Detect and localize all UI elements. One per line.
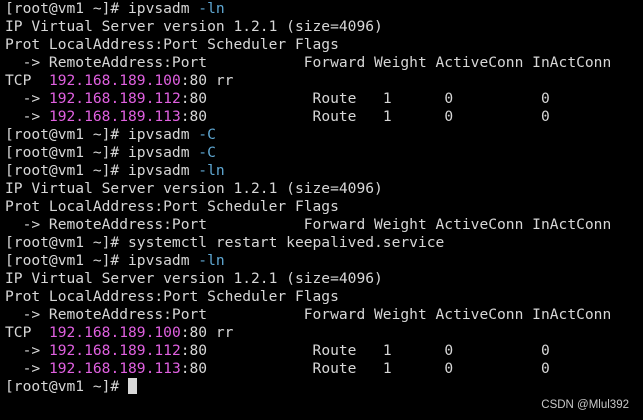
terminal-line: [root@vm1 ~]# systemctl restart keepaliv…: [5, 234, 643, 252]
terminal-line: -> RemoteAddress:Port Forward Weight Act…: [5, 306, 643, 324]
line-text: TCP: [5, 72, 49, 89]
line-text: ->: [5, 360, 49, 377]
terminal-line: TCP 192.168.189.100:80 rr: [5, 72, 643, 90]
line-text: -> RemoteAddress:Port Forward Weight Act…: [5, 216, 612, 233]
cursor-block: [128, 378, 138, 394]
line-text: [root@vm1 ~]# ipvsadm: [5, 144, 199, 161]
terminal-line: IP Virtual Server version 1.2.1 (size=40…: [5, 180, 643, 198]
terminal-line: -> 192.168.189.112:80 Route 1 0 0: [5, 342, 643, 360]
line-text: TCP: [5, 324, 49, 341]
terminal-line: -> RemoteAddress:Port Forward Weight Act…: [5, 216, 643, 234]
line-text: IP Virtual Server version 1.2.1 (size=40…: [5, 18, 383, 35]
terminal-line: [root@vm1 ~]# ipvsadm -ln: [5, 0, 643, 18]
terminal-output: [root@vm1 ~]# ipvsadm -ln IP Virtual Serv…: [5, 0, 643, 378]
terminal-line: IP Virtual Server version 1.2.1 (size=40…: [5, 18, 643, 36]
line-text: -> RemoteAddress:Port Forward Weight Act…: [5, 306, 612, 323]
line-text: [root@vm1 ~]# systemctl restart keepaliv…: [5, 234, 445, 251]
terminal-line: -> 192.168.189.112:80 Route 1 0 0: [5, 90, 643, 108]
line-text: :80 rr: [180, 324, 234, 341]
line-text: :80 rr: [180, 72, 234, 89]
terminal-line: Prot LocalAddress:Port Scheduler Flags: [5, 36, 643, 54]
line-text: ->: [5, 342, 49, 359]
watermark: CSDN @Mlul392: [541, 399, 629, 411]
command-option: -C: [198, 126, 216, 143]
line-text: ->: [5, 90, 49, 107]
line-text: -> RemoteAddress:Port Forward Weight Act…: [5, 54, 612, 71]
line-text: [root@vm1 ~]# ipvsadm: [5, 162, 199, 179]
terminal-line: -> 192.168.189.113:80 Route 1 0 0: [5, 360, 643, 378]
ip-address: 192.168.189.112: [48, 342, 181, 359]
line-text: IP Virtual Server version 1.2.1 (size=40…: [5, 180, 383, 197]
ip-address: 192.168.189.112: [48, 90, 181, 107]
terminal-line: TCP 192.168.189.100:80 rr: [5, 324, 643, 342]
terminal-line: [root@vm1 ~]# ipvsadm -ln: [5, 252, 643, 270]
prompt-text: [root@vm1 ~]#: [5, 378, 129, 395]
line-text: ->: [5, 108, 49, 125]
terminal-window[interactable]: [root@vm1 ~]# ipvsadm -ln IP Virtual Serv…: [0, 0, 643, 420]
line-text: :80 Route 1 0 0: [180, 108, 550, 125]
line-text: IP Virtual Server version 1.2.1 (size=40…: [5, 270, 383, 287]
command-option: -ln: [198, 162, 225, 179]
line-text: Prot LocalAddress:Port Scheduler Flags: [5, 288, 339, 305]
terminal-prompt-line[interactable]: [root@vm1 ~]#: [5, 378, 643, 396]
ip-address: 192.168.189.100: [48, 324, 181, 341]
line-text: [root@vm1 ~]# ipvsadm: [5, 126, 199, 143]
command-option: -C: [198, 144, 216, 161]
terminal-line: [root@vm1 ~]# ipvsadm -C: [5, 144, 643, 162]
terminal-line: -> RemoteAddress:Port Forward Weight Act…: [5, 54, 643, 72]
command-option: -ln: [198, 0, 225, 17]
ip-address: 192.168.189.100: [48, 72, 181, 89]
command-option: -ln: [198, 252, 225, 269]
line-text: :80 Route 1 0 0: [180, 360, 550, 377]
ip-address: 192.168.189.113: [48, 360, 181, 377]
terminal-line: IP Virtual Server version 1.2.1 (size=40…: [5, 270, 643, 288]
terminal-line: -> 192.168.189.113:80 Route 1 0 0: [5, 108, 643, 126]
terminal-line: [root@vm1 ~]# ipvsadm -C: [5, 126, 643, 144]
line-text: [root@vm1 ~]# ipvsadm: [5, 252, 199, 269]
line-text: :80 Route 1 0 0: [180, 342, 550, 359]
line-text: [root@vm1 ~]# ipvsadm: [5, 0, 199, 17]
ip-address: 192.168.189.113: [48, 108, 181, 125]
line-text: :80 Route 1 0 0: [180, 90, 550, 107]
line-text: Prot LocalAddress:Port Scheduler Flags: [5, 198, 339, 215]
terminal-line: [root@vm1 ~]# ipvsadm -ln: [5, 162, 643, 180]
terminal-line: Prot LocalAddress:Port Scheduler Flags: [5, 288, 643, 306]
terminal-line: Prot LocalAddress:Port Scheduler Flags: [5, 198, 643, 216]
line-text: Prot LocalAddress:Port Scheduler Flags: [5, 36, 339, 53]
